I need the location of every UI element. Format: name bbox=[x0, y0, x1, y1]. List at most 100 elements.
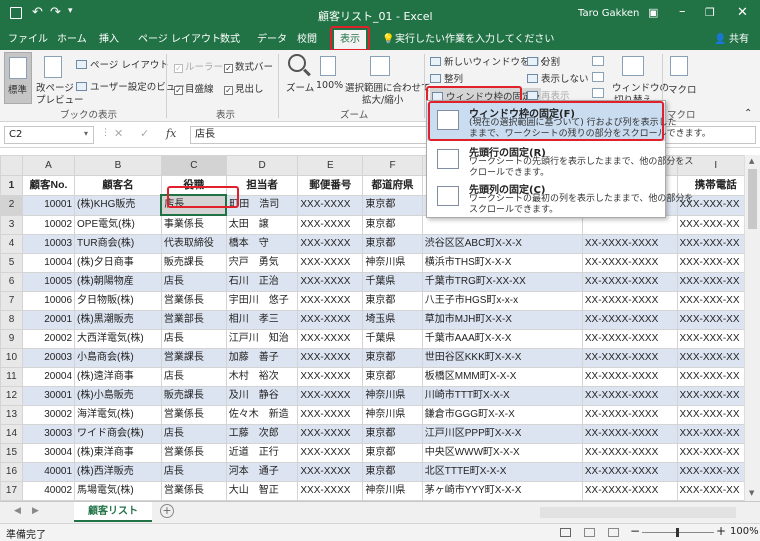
table-cell[interactable]: 横浜市THS町X-X-X bbox=[421, 253, 583, 273]
row-header[interactable]: 13 bbox=[0, 405, 23, 425]
table-cell[interactable]: 営業部長 bbox=[160, 310, 227, 330]
table-header-cell[interactable]: 顧客No. bbox=[21, 175, 76, 196]
table-cell[interactable]: 中央区WWW町X-X-X bbox=[421, 443, 583, 463]
table-cell[interactable]: 北区TTTE町X-X-X bbox=[421, 462, 583, 482]
redo-icon[interactable]: ↷ bbox=[50, 5, 61, 20]
table-cell[interactable]: 20002 bbox=[21, 329, 76, 349]
table-cell[interactable]: 営業係長 bbox=[160, 443, 227, 463]
table-cell[interactable]: 馬場電気(株) bbox=[74, 481, 162, 501]
table-cell[interactable]: XXX-XXXX bbox=[297, 462, 364, 482]
customize-quick-access-icon[interactable]: ▾ bbox=[68, 6, 73, 16]
table-cell[interactable]: XXX-XXX-XX bbox=[676, 272, 755, 292]
share-button[interactable]: 共有 bbox=[725, 31, 753, 48]
table-cell[interactable]: XXX-XXXX bbox=[297, 214, 364, 235]
formula-bar-checkbox[interactable]: ✓ 数式バー bbox=[224, 59, 273, 73]
table-cell[interactable]: 及川 静谷 bbox=[225, 386, 299, 406]
table-cell[interactable]: 40001 bbox=[21, 462, 76, 482]
table-cell[interactable]: 20001 bbox=[21, 310, 76, 330]
horizontal-scrollbar[interactable] bbox=[540, 507, 736, 518]
table-cell[interactable]: 海洋電気(株) bbox=[74, 405, 162, 425]
table-cell[interactable]: XX-XXXX-XXXX bbox=[581, 272, 678, 292]
table-header-cell[interactable]: 都道府県 bbox=[362, 175, 423, 196]
table-cell[interactable]: 埼玉県 bbox=[362, 310, 423, 330]
row-header[interactable]: 1 bbox=[0, 175, 23, 196]
table-cell[interactable]: XX-XXXX-XXXX bbox=[581, 329, 678, 349]
table-cell[interactable]: TUR商会(株) bbox=[74, 234, 162, 254]
row-header[interactable]: 12 bbox=[0, 386, 23, 406]
table-cell[interactable]: XXX-XXX-XX bbox=[676, 310, 755, 330]
table-cell[interactable]: XXX-XXXX bbox=[297, 194, 364, 216]
table-cell[interactable]: 東京都 bbox=[362, 443, 423, 463]
table-cell[interactable]: XXX-XXX-XX bbox=[676, 214, 755, 235]
table-cell[interactable]: XXX-XXXX bbox=[297, 386, 364, 406]
table-cell[interactable]: XXX-XXX-XX bbox=[676, 367, 755, 387]
tab-home[interactable]: ホーム bbox=[53, 31, 91, 48]
table-cell[interactable]: 宍戸 勇気 bbox=[225, 253, 299, 273]
table-cell[interactable]: XX-XXXX-XXXX bbox=[581, 405, 678, 425]
table-cell[interactable]: 宇田川 悠子 bbox=[225, 291, 299, 311]
table-cell[interactable]: XXX-XXX-XX bbox=[676, 443, 755, 463]
zoom-level[interactable]: 100% bbox=[730, 526, 759, 537]
table-cell[interactable]: 工藤 次郎 bbox=[225, 424, 299, 444]
view-side-by-side-icon[interactable] bbox=[592, 56, 604, 66]
table-cell[interactable]: 千葉県 bbox=[362, 272, 423, 292]
table-cell[interactable]: XX-XXXX-XXXX bbox=[581, 443, 678, 463]
table-cell[interactable]: 20003 bbox=[21, 348, 76, 368]
table-cell[interactable]: 営業課長 bbox=[160, 348, 227, 368]
table-cell[interactable]: 10006 bbox=[21, 291, 76, 311]
table-cell[interactable]: 東京都 bbox=[362, 348, 423, 368]
tab-page-layout[interactable]: ページ レイアウト bbox=[134, 31, 225, 48]
table-cell[interactable]: 世田谷区KKK町X-X-X bbox=[421, 348, 583, 368]
table-header-cell[interactable]: 郵便番号 bbox=[297, 175, 364, 196]
ruler-checkbox[interactable]: ✓ ルーラー bbox=[174, 59, 223, 73]
row-header[interactable]: 8 bbox=[0, 310, 23, 330]
user-name[interactable]: Taro Gakken bbox=[578, 8, 639, 19]
page-break-status-icon[interactable] bbox=[608, 528, 619, 537]
table-cell[interactable]: 神奈川県 bbox=[362, 253, 423, 273]
table-cell[interactable]: XXX-XXXX bbox=[297, 310, 364, 330]
table-cell[interactable]: 店長 bbox=[160, 462, 227, 482]
table-cell[interactable]: 八王子市HGS町x-x-x bbox=[421, 291, 583, 311]
custom-views-button[interactable]: ユーザー設定のビュー bbox=[76, 79, 185, 93]
ribbon-display-options-icon[interactable]: ▣ bbox=[648, 6, 658, 19]
table-cell[interactable]: XX-XXXX-XXXX bbox=[581, 234, 678, 254]
row-header[interactable]: 10 bbox=[0, 348, 23, 368]
row-header[interactable]: 14 bbox=[0, 424, 23, 444]
table-cell[interactable]: XXX-XXXX bbox=[297, 329, 364, 349]
scroll-sheets-left-icon[interactable]: ◀ bbox=[14, 506, 21, 516]
table-cell[interactable]: 佐々木 新造 bbox=[225, 405, 299, 425]
table-cell[interactable]: 10003 bbox=[21, 234, 76, 254]
table-cell[interactable]: 20004 bbox=[21, 367, 76, 387]
table-cell[interactable]: (株)小島販売 bbox=[74, 386, 162, 406]
page-layout-status-icon[interactable] bbox=[584, 528, 595, 537]
table-cell[interactable]: 30004 bbox=[21, 443, 76, 463]
table-cell[interactable]: 小島商会(株) bbox=[74, 348, 162, 368]
table-cell[interactable]: 10005 bbox=[21, 272, 76, 292]
table-cell[interactable]: XXX-XXXX bbox=[297, 348, 364, 368]
table-cell[interactable]: 夕日物販(株) bbox=[74, 291, 162, 311]
table-cell[interactable]: (株)東洋商事 bbox=[74, 443, 162, 463]
tab-data[interactable]: データ bbox=[253, 31, 291, 48]
table-cell[interactable]: XXX-XXXX bbox=[297, 405, 364, 425]
table-cell[interactable]: XX-XXXX-XXXX bbox=[581, 367, 678, 387]
tell-me-input[interactable]: 実行したい作業を入力してください bbox=[391, 31, 558, 48]
table-cell[interactable]: XX-XXXX-XXXX bbox=[581, 481, 678, 501]
table-cell[interactable]: OPE電気(株) bbox=[74, 214, 162, 235]
insert-function-icon[interactable]: fx bbox=[166, 127, 176, 140]
row-header[interactable]: 5 bbox=[0, 253, 23, 273]
table-cell[interactable]: XXX-XXXX bbox=[297, 443, 364, 463]
table-cell[interactable]: 10004 bbox=[21, 253, 76, 273]
table-cell[interactable]: 河本 通子 bbox=[225, 462, 299, 482]
column-header[interactable]: C bbox=[160, 155, 227, 176]
save-icon[interactable] bbox=[10, 7, 22, 19]
row-header[interactable]: 3 bbox=[0, 214, 23, 235]
headings-checkbox[interactable]: ✓ 見出し bbox=[224, 81, 264, 95]
hide-window-button[interactable]: 表示しない bbox=[527, 71, 589, 85]
table-cell[interactable]: 神奈川県 bbox=[362, 405, 423, 425]
column-header[interactable]: A bbox=[21, 155, 76, 176]
table-cell[interactable]: XXX-XXXX bbox=[297, 272, 364, 292]
table-cell[interactable]: 営業係長 bbox=[160, 291, 227, 311]
zoom-out-icon[interactable]: − bbox=[630, 524, 640, 538]
table-cell[interactable]: 草加市MJH町X-X-X bbox=[421, 310, 583, 330]
table-cell[interactable]: 川崎市TTT町X-X-X bbox=[421, 386, 583, 406]
